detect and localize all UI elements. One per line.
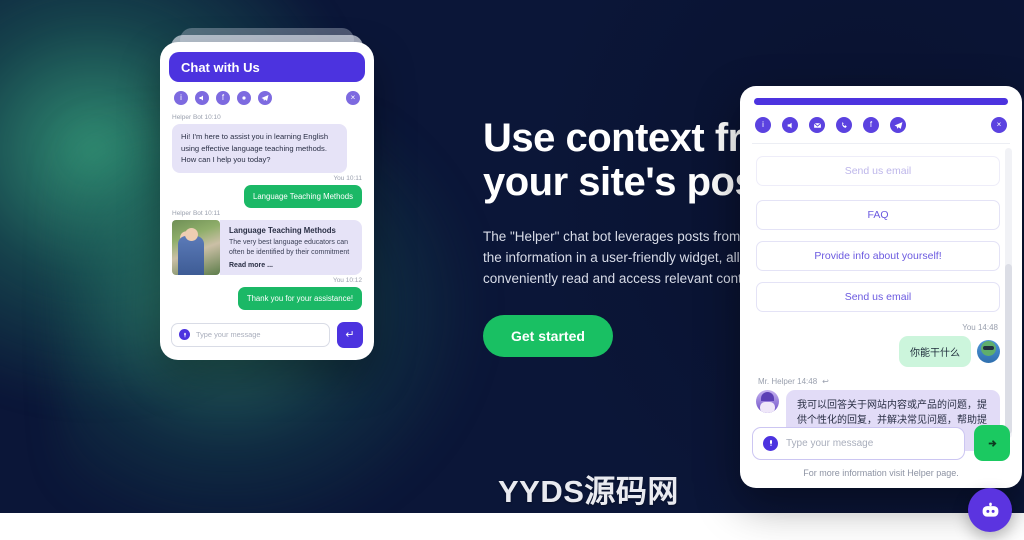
post-card-title: Language Teaching Methods (229, 225, 336, 235)
left-widget-icon-bar: i f × (169, 82, 365, 112)
bot-message-bubble: Hi! I'm here to assist you in learning E… (172, 124, 347, 173)
facebook-icon[interactable]: f (863, 117, 879, 133)
right-widget-header-bar (754, 98, 1008, 105)
right-widget-input-row: Type your message (752, 425, 1010, 461)
scrollbar-thumb[interactable] (1005, 264, 1012, 434)
email-icon[interactable] (809, 117, 825, 133)
sound-icon[interactable] (195, 91, 209, 105)
message-meta: Helper Bot 10:11 (172, 209, 221, 217)
right-chat-widget: i f × Send us email FAQ Provide info abo… (740, 86, 1022, 488)
post-card-body: Language Teaching Methods The very best … (220, 219, 362, 275)
bot-message-meta: Mr. Helper 14:48 ↩ (758, 377, 998, 386)
close-icon[interactable]: × (991, 117, 1007, 133)
post-thumbnail-image (172, 219, 220, 275)
user-message-row: Thank you for your assistance! (172, 286, 362, 310)
chat-bot-fab-button[interactable] (968, 488, 1012, 532)
left-chat-widget: Chat with Us i f × Helper Bot 10:10 Hi! … (160, 42, 374, 360)
message-meta: You 10:11 (333, 174, 362, 182)
watermark-text: YYDS源码网 (498, 474, 679, 509)
user-message-meta: You 14:48 (962, 323, 998, 332)
facebook-icon[interactable]: f (216, 91, 230, 105)
microphone-icon[interactable] (763, 435, 778, 451)
user-message-row: 你能干什么 (756, 336, 1000, 367)
quick-reply-send-us-email-top[interactable]: Send us email (756, 156, 1000, 186)
right-widget-icon-bar: i f × (752, 105, 1010, 144)
arrow-right-icon (988, 439, 997, 447)
message-input-placeholder: Type your message (196, 330, 261, 339)
info-icon[interactable]: i (755, 117, 771, 133)
screenshot-stage: Use context from your site's posts The "… (0, 0, 1024, 540)
read-more-link[interactable]: Read more ... (229, 262, 353, 269)
footer-note: For more information visit Helper page. (803, 468, 959, 478)
left-widget-title: Chat with Us (181, 59, 260, 75)
user-message-bubble: Language Teaching Methods (244, 184, 362, 208)
user-message-row: Language Teaching Methods (172, 184, 362, 208)
send-button[interactable] (974, 425, 1010, 461)
message-input-placeholder: Type your message (786, 437, 874, 449)
telegram-icon[interactable] (890, 117, 906, 133)
avatar (756, 390, 779, 413)
quick-reply-provide-info[interactable]: Provide info about yourself! (756, 241, 1000, 271)
chat-bot-icon (982, 502, 998, 517)
page-bottom-strip (0, 513, 1024, 540)
quick-reply-faq[interactable]: FAQ (756, 200, 1000, 230)
get-started-button[interactable]: Get started (483, 315, 613, 357)
instagram-icon[interactable] (237, 91, 251, 105)
left-widget-input-row: Type your message ↵ (169, 321, 365, 348)
message-meta: You 10:12 (332, 276, 362, 284)
microphone-icon[interactable] (179, 329, 190, 340)
left-widget-header: Chat with Us (169, 52, 365, 82)
telegram-icon[interactable] (258, 91, 272, 105)
right-widget-scroll-area: Send us email FAQ Provide info about you… (752, 144, 1012, 451)
left-widget-message-list: Helper Bot 10:10 Hi! I'm here to assist … (169, 114, 365, 310)
info-icon[interactable]: i (174, 91, 188, 105)
user-message-bubble: 你能干什么 (899, 336, 971, 367)
message-input[interactable]: Type your message (752, 426, 965, 460)
post-card-text: The very best language educators can oft… (229, 238, 350, 256)
send-button[interactable]: ↵ (337, 321, 363, 348)
post-card-message[interactable]: Language Teaching Methods The very best … (172, 219, 362, 275)
bot-message-meta-text: Mr. Helper 14:48 (758, 377, 818, 386)
user-message-bubble: Thank you for your assistance! (237, 286, 362, 310)
reply-arrow-icon[interactable]: ↩ (822, 377, 829, 386)
right-widget-footer: Type your message For more information v… (752, 425, 1010, 478)
quick-reply-send-us-email[interactable]: Send us email (756, 282, 1000, 312)
message-meta: Helper Bot 10:10 (172, 114, 221, 121)
message-input[interactable]: Type your message (171, 322, 330, 347)
close-icon[interactable]: × (346, 91, 360, 105)
sound-icon[interactable] (782, 117, 798, 133)
phone-icon[interactable] (836, 117, 852, 133)
avatar (977, 340, 1000, 363)
